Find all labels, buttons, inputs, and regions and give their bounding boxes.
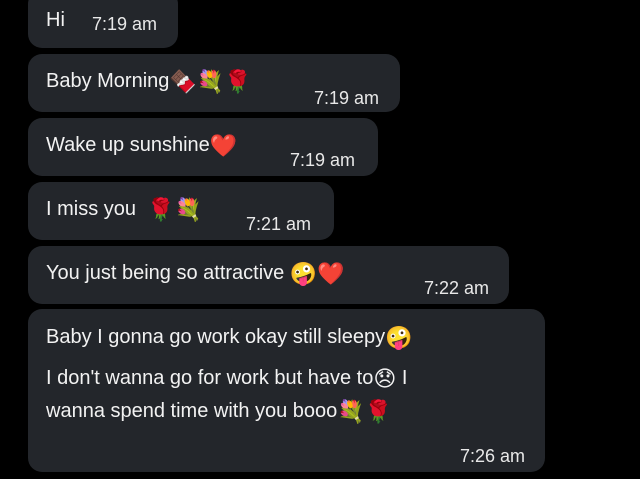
message-time: 7:26 am: [460, 446, 526, 466]
message-time: 7:21 am: [246, 214, 312, 234]
message-text-content: Baby I gonna go work okay still sleepy: [46, 326, 386, 348]
message-text-content: You just being so attractive: [46, 262, 285, 284]
message-time: 7:19 am: [290, 150, 356, 170]
crazy-face-emoji: 🤪: [385, 324, 413, 350]
message-bubble[interactable]: I miss you 🌹💐 7:21 am: [28, 182, 334, 240]
chat-conversation: Hi 7:19 am Baby Morning🍫💐🌹 7:19 am Wake …: [0, 0, 640, 479]
message-time: 7:19 am: [314, 88, 380, 108]
message-time: 7:19 am: [92, 14, 158, 34]
chocolate-flowers-rose-emoji: 🍫💐🌹: [169, 68, 252, 94]
message-text-content: Baby Morning: [46, 70, 170, 92]
crazy-face-heart-emoji: 🤪❤️: [289, 260, 345, 286]
message-bubble[interactable]: Hi 7:19 am: [28, 0, 178, 48]
message-text-content: Wake up sunshine: [46, 134, 210, 156]
message-text-content: wanna spend time with you booo: [46, 400, 338, 422]
message-bubble[interactable]: Wake up sunshine❤️ 7:19 am: [28, 118, 378, 176]
message-bubble[interactable]: Baby I gonna go work okay still sleepy🤪 …: [28, 309, 545, 472]
message-text: Hi: [46, 9, 65, 31]
message-text: Wake up sunshine❤️: [46, 133, 237, 158]
message-text-content: I don't wanna go for work but have to: [46, 367, 374, 389]
message-text-content: I miss you: [46, 198, 137, 220]
message-text-tail: I: [396, 367, 408, 389]
message-line-3: wanna spend time with you booo💐🌹: [46, 399, 392, 424]
message-bubble[interactable]: You just being so attractive 🤪❤️ 7:22 am: [28, 246, 509, 304]
message-text: Baby Morning🍫💐🌹: [46, 69, 252, 94]
rose-flowers-emoji: 🌹💐: [147, 196, 202, 222]
message-line-2: I don't wanna go for work but have to😞 I: [46, 366, 407, 391]
message-bubble[interactable]: Baby Morning🍫💐🌹 7:19 am: [28, 54, 400, 112]
message-time: 7:22 am: [424, 278, 490, 298]
message-text: I miss you 🌹💐: [46, 197, 202, 222]
flowers-rose-emoji: 💐🌹: [337, 398, 393, 424]
disappointed-face-emoji: 😞: [373, 365, 397, 391]
message-text: You just being so attractive 🤪❤️: [46, 261, 345, 286]
heart-emoji: ❤️: [209, 132, 238, 158]
message-line-1: Baby I gonna go work okay still sleepy🤪: [46, 325, 412, 350]
